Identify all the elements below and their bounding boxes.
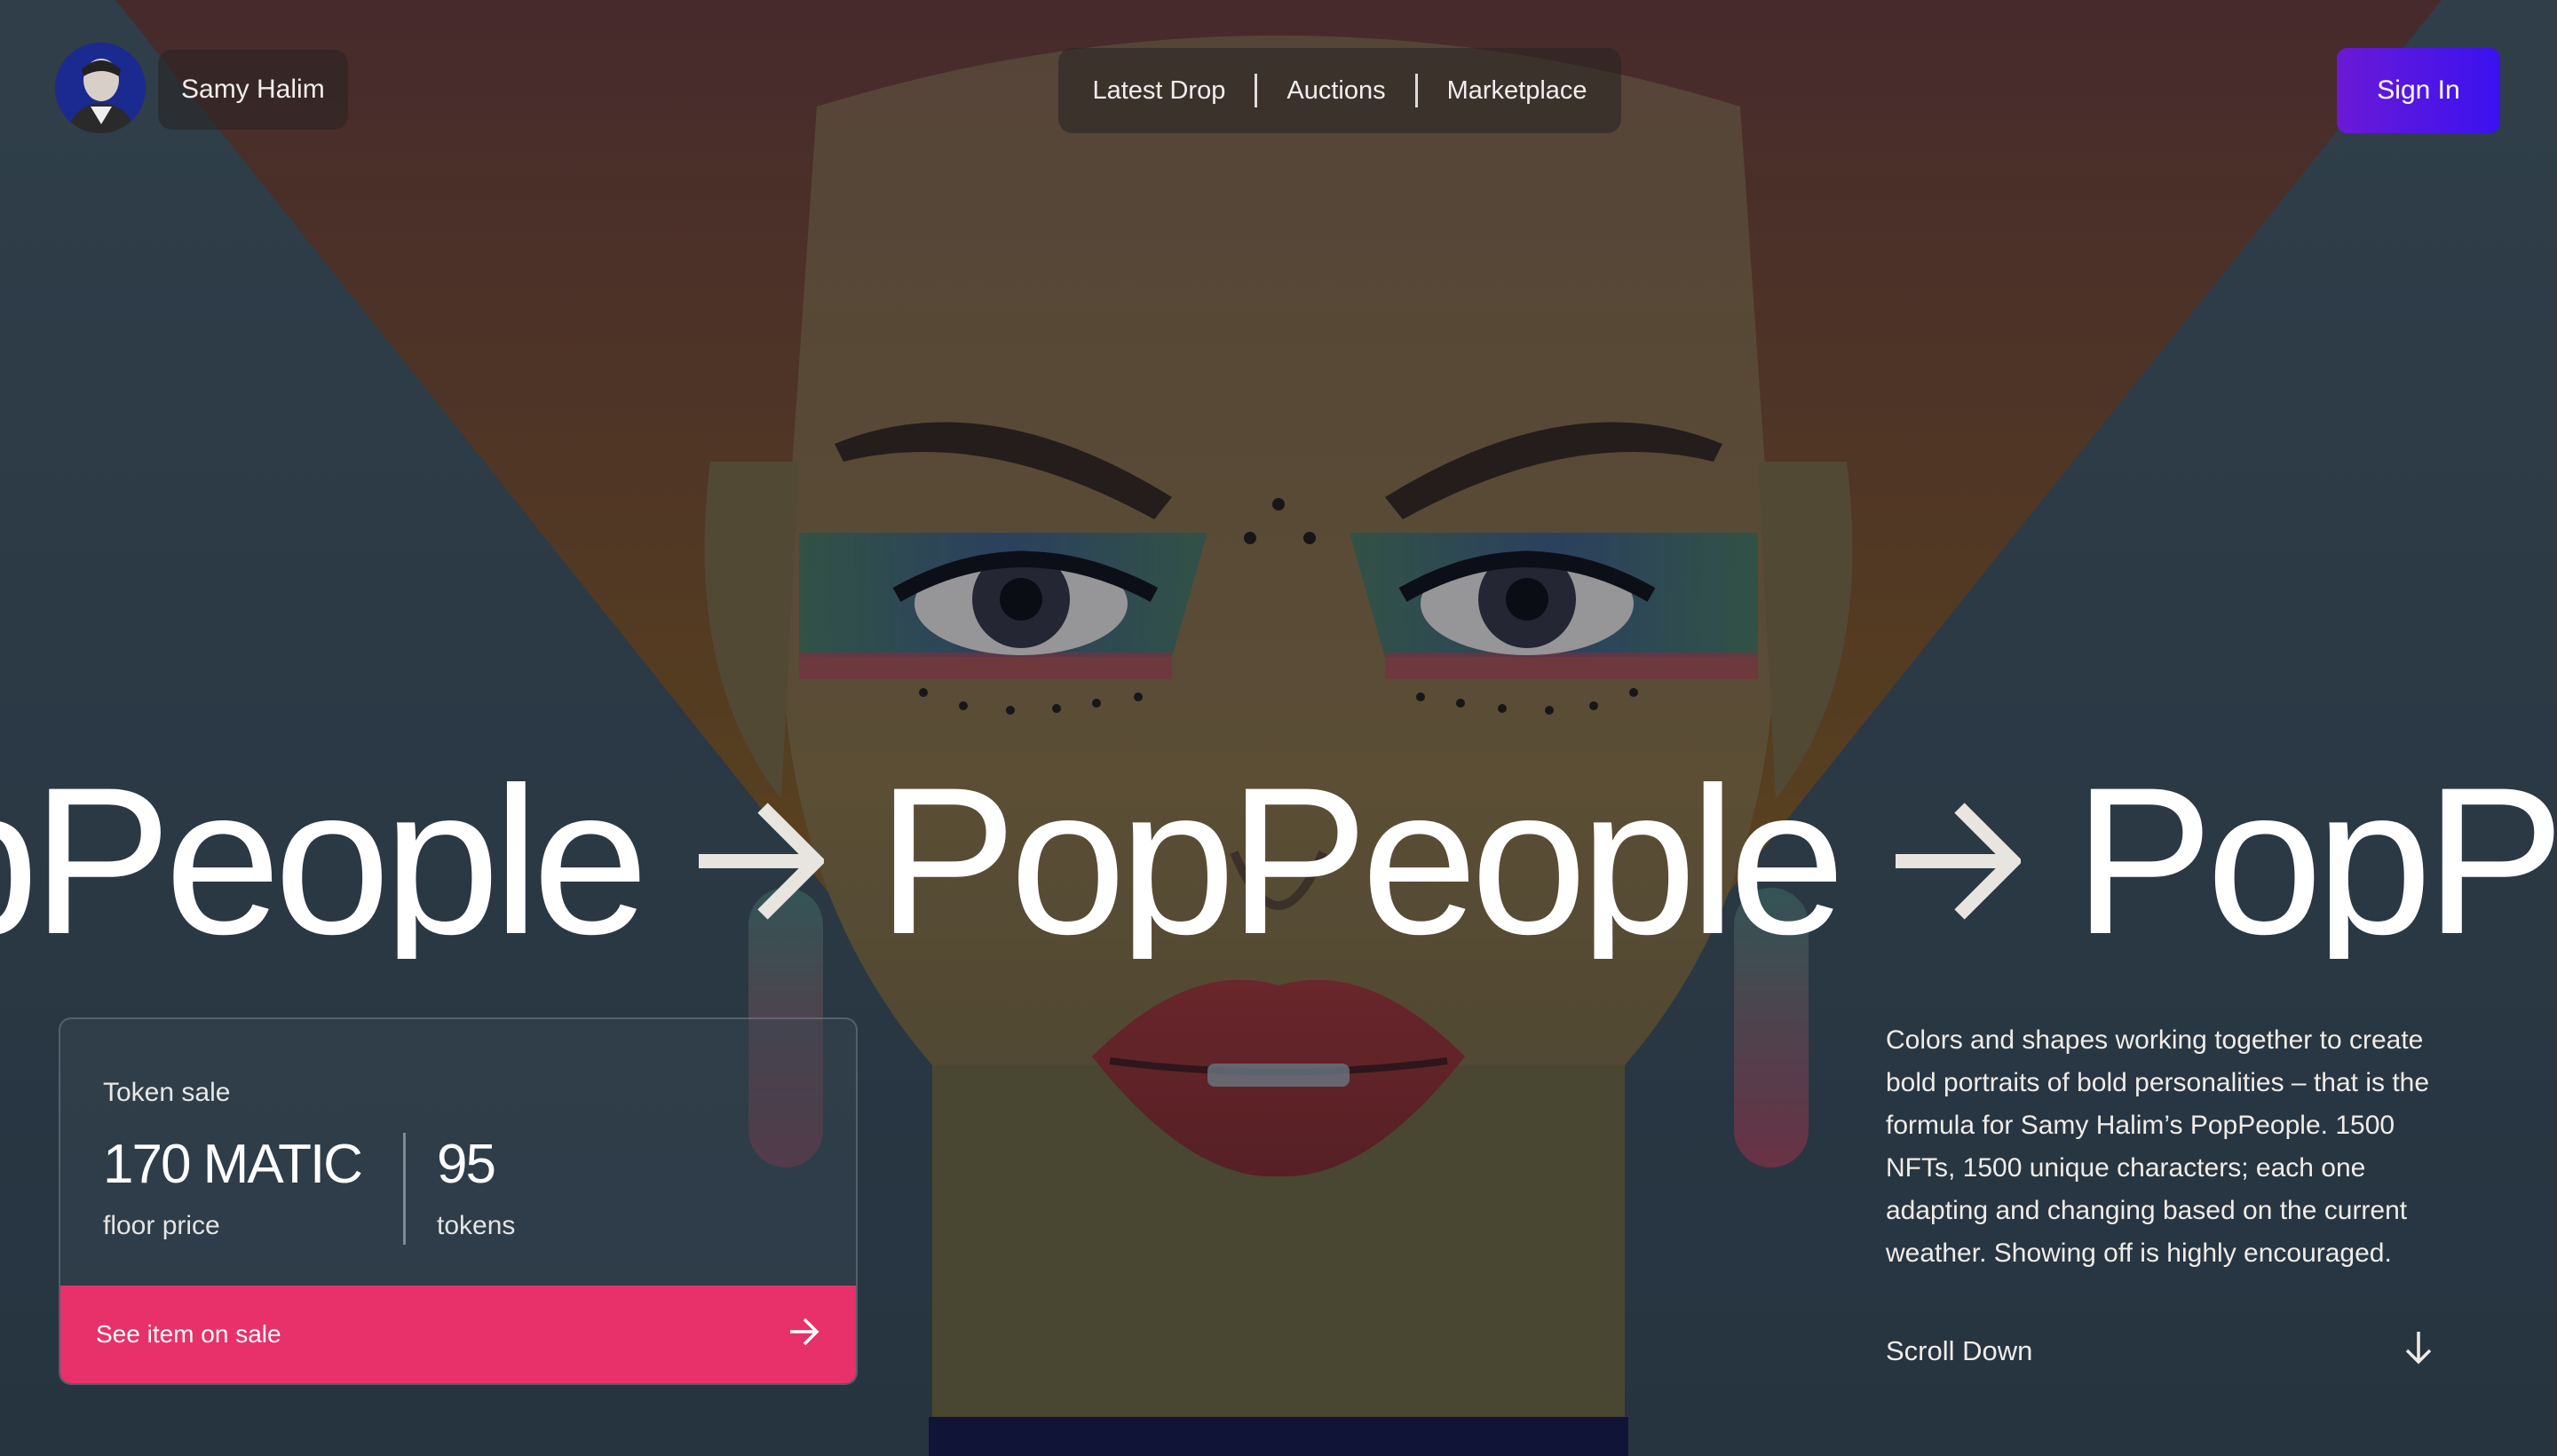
hero-title-marquee: PopPeople PopPeople PopPeople	[0, 764, 2557, 959]
collection-description: Colors and shapes working together to cr…	[1886, 1025, 2430, 1268]
arrow-right-icon	[788, 1316, 820, 1354]
scroll-down-label: Scroll Down	[1886, 1335, 2033, 1366]
marquee-track: PopPeople PopPeople PopPeople	[0, 764, 2557, 959]
token-sale-card: Token sale 170 MATIC floor price 95 toke…	[59, 1017, 858, 1385]
see-item-on-sale-button[interactable]: See item on sale	[60, 1286, 856, 1383]
stat-divider	[403, 1133, 406, 1245]
nav-auctions[interactable]: Auctions	[1257, 76, 1414, 106]
avatar-portrait-icon	[55, 43, 146, 133]
floor-price-value: 170 MATIC	[103, 1134, 363, 1195]
main-nav: Latest Drop Auctions Marketplace	[1058, 48, 1621, 133]
artist-name-chip[interactable]: Samy Halim	[158, 50, 348, 130]
hero-title-word: PopPeople	[0, 764, 649, 959]
hero-title-word: PopPeople	[2073, 764, 2557, 959]
arrow-right-icon	[1892, 764, 2023, 959]
artist-avatar[interactable]	[55, 43, 146, 133]
scroll-down-link[interactable]: Scroll Down	[1886, 1332, 2468, 1371]
artist-name: Samy Halim	[181, 75, 325, 104]
hero-title-word: PopPeople	[876, 764, 1846, 959]
sign-in-button[interactable]: Sign In	[2337, 48, 2500, 133]
token-sale-label: Token sale	[103, 1078, 231, 1107]
floor-price-label: floor price	[103, 1211, 220, 1240]
nav-latest-drop[interactable]: Latest Drop	[1063, 76, 1255, 106]
nav-marketplace[interactable]: Marketplace	[1418, 76, 1617, 106]
arrow-right-icon	[695, 764, 827, 959]
tokens-value: 95	[437, 1134, 496, 1195]
cta-label: See item on sale	[96, 1320, 281, 1348]
tokens-label: tokens	[437, 1211, 516, 1240]
arrow-down-icon	[2404, 1330, 2433, 1373]
sign-in-label: Sign In	[2377, 75, 2460, 105]
